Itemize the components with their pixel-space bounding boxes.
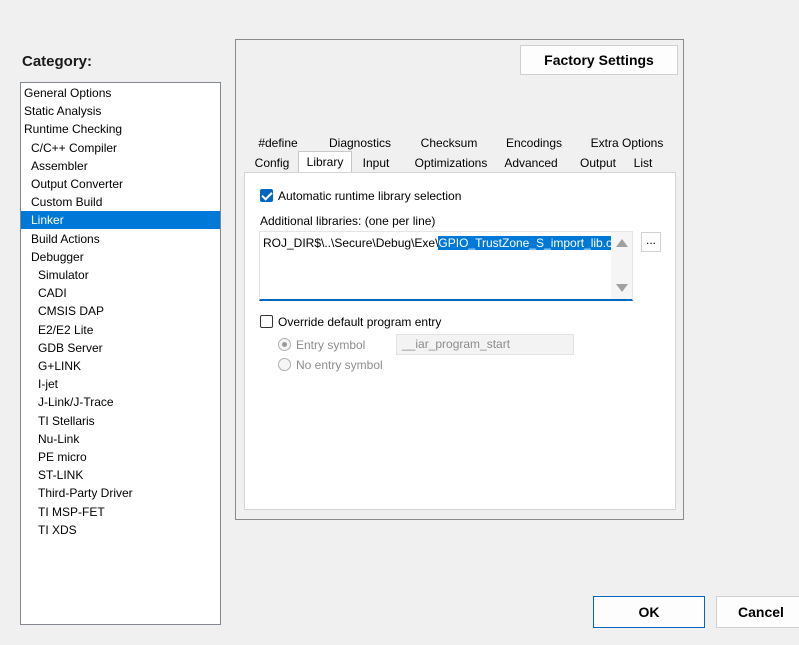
tab-config[interactable]: Config (248, 153, 296, 173)
scroll-down-icon[interactable] (616, 284, 628, 292)
category-item[interactable]: Simulator (21, 266, 220, 284)
category-item[interactable]: Debugger (21, 248, 220, 266)
category-item[interactable]: TI XDS (21, 521, 220, 539)
additional-libraries-label: Additional libraries: (one per line) (260, 214, 436, 228)
category-item[interactable]: GDB Server (21, 339, 220, 357)
category-item[interactable]: Linker (21, 211, 220, 230)
tab-library[interactable]: Library (298, 151, 352, 173)
category-item[interactable]: ST-LINK (21, 466, 220, 484)
tab-input[interactable]: Input (356, 153, 396, 173)
tab-optimizations[interactable]: Optimizations (410, 153, 492, 173)
libs-path-prefix: ROJ_DIR$\..\Secure\Debug\Exe\ (263, 236, 439, 250)
category-item[interactable]: Nu-Link (21, 430, 220, 448)
tab-diagnostics[interactable]: Diagnostics (319, 133, 401, 153)
tab-extra-options[interactable]: Extra Options (584, 133, 670, 153)
cancel-button[interactable]: Cancel (716, 596, 799, 628)
libraries-scrollbar[interactable] (611, 232, 632, 299)
no-entry-symbol-label: No entry symbol (296, 358, 383, 372)
auto-library-label: Automatic runtime library selection (278, 189, 462, 203)
tab-checksum[interactable]: Checksum (412, 133, 486, 153)
category-item[interactable]: CMSIS DAP (21, 302, 220, 320)
factory-settings-button[interactable]: Factory Settings (520, 45, 678, 75)
category-item[interactable]: Static Analysis (21, 102, 220, 120)
entry-symbol-radio[interactable] (278, 338, 291, 351)
auto-library-checkbox[interactable] (260, 189, 273, 202)
override-entry-label: Override default program entry (278, 315, 442, 329)
ok-button[interactable]: OK (593, 596, 705, 628)
no-entry-symbol-radio[interactable] (278, 358, 291, 371)
category-item[interactable]: J-Link/J-Trace (21, 393, 220, 411)
category-item[interactable]: Build Actions (21, 230, 220, 248)
category-item[interactable]: Assembler (21, 157, 220, 175)
category-label: Category: (22, 53, 93, 70)
category-item[interactable]: E2/E2 Lite (21, 321, 220, 339)
browse-button[interactable]: ... (641, 232, 661, 252)
libs-selected-text: GPIO_TrustZone_S_import_lib.o (438, 236, 611, 250)
tab-list[interactable]: List (628, 153, 658, 173)
category-item[interactable]: Third-Party Driver (21, 484, 220, 502)
category-item[interactable]: Runtime Checking (21, 120, 220, 138)
tab-advanced[interactable]: Advanced (500, 153, 562, 173)
tab-output[interactable]: Output (574, 153, 622, 173)
category-item[interactable]: General Options (21, 84, 220, 102)
override-entry-checkbox[interactable] (260, 315, 273, 328)
category-item[interactable]: TI Stellaris (21, 412, 220, 430)
entry-symbol-label: Entry symbol (296, 338, 366, 352)
tab-encodings[interactable]: Encodings (497, 133, 571, 153)
entry-symbol-input[interactable]: __iar_program_start (396, 334, 574, 355)
category-item[interactable]: Custom Build (21, 193, 220, 211)
category-item[interactable]: PE micro (21, 448, 220, 466)
category-item[interactable]: C/C++ Compiler (21, 139, 220, 157)
category-item[interactable]: G+LINK (21, 357, 220, 375)
category-item[interactable]: I-jet (21, 375, 220, 393)
category-list[interactable]: General Options Static Analysis Runtime Ch… (20, 82, 221, 625)
category-item[interactable]: TI MSP-FET (21, 503, 220, 521)
scroll-up-icon[interactable] (616, 239, 628, 247)
additional-libraries-textarea[interactable]: ROJ_DIR$\..\Secure\Debug\Exe\GPIO_TrustZ… (259, 231, 633, 301)
tab-define[interactable]: #define (252, 133, 304, 153)
category-item[interactable]: Output Converter (21, 175, 220, 193)
category-item[interactable]: CADI (21, 284, 220, 302)
